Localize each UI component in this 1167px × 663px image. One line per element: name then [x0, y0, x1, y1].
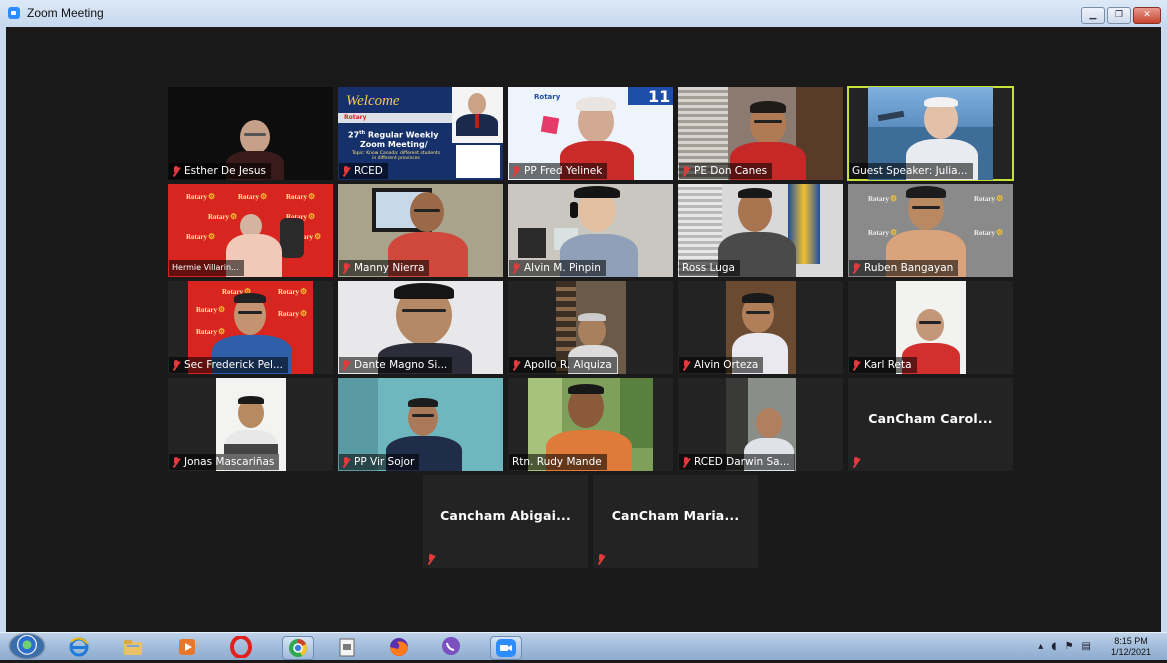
participant-name: Guest Speaker: Julia...: [849, 163, 973, 179]
zoom-app-icon: [8, 7, 20, 19]
opera-icon[interactable]: [230, 635, 252, 659]
participant-name: Hermie Villarin...: [169, 260, 244, 276]
participant-tile[interactable]: PE Don Canes: [678, 87, 843, 180]
close-button[interactable]: ✕: [1133, 7, 1161, 24]
participant-tile[interactable]: Cancham Abigai...: [423, 475, 588, 568]
active-speaker-tile[interactable]: Guest Speaker: Julia...: [847, 86, 1014, 181]
slide-heading: 27th Regular Weekly Zoom Meeting/: [348, 130, 439, 149]
document-icon[interactable]: [336, 636, 358, 658]
participant-tile[interactable]: Rotary 11 PP Fred Yelinek: [508, 87, 673, 180]
window-title: Zoom Meeting: [27, 6, 104, 20]
network-icon[interactable]: ▤: [1082, 641, 1091, 652]
participant-name: [594, 551, 610, 567]
mic-muted-icon: [682, 359, 690, 371]
participant-name: PP Vir Sojor: [339, 454, 420, 470]
mic-muted-icon: [597, 553, 605, 565]
participant-name: PP Fred Yelinek: [509, 163, 608, 179]
participant-name: Rtn. Rudy Mande: [509, 454, 607, 470]
participant-name: Apollo R. Alquiza: [509, 357, 617, 373]
participant-tile[interactable]: Dante Magno Si...: [338, 281, 503, 374]
participant-tile[interactable]: Rotary Rotary Rotary Rotary Ruben Bangay…: [848, 184, 1013, 277]
participant-tile[interactable]: Rotary Rotary Rotary Rotary Rotary Sec F…: [168, 281, 333, 374]
mic-muted-icon: [512, 165, 520, 177]
participant-tile[interactable]: RCED Darwin Sa...: [678, 378, 843, 471]
participant-tile[interactable]: PP Vir Sojor: [338, 378, 503, 471]
participant-tile[interactable]: Ross Luga: [678, 184, 843, 277]
mic-muted-icon: [342, 456, 350, 468]
gallery-view: Esther De Jesus Welcome Rotary 27th Regu…: [6, 27, 1161, 632]
participant-tile[interactable]: Rotary Rotary Rotary Rotary Rotary Rotar…: [168, 184, 333, 277]
file-explorer-icon[interactable]: [122, 636, 144, 658]
participant-name: Esther De Jesus: [169, 163, 272, 179]
participant-name: RCED Darwin Sa...: [679, 454, 795, 470]
firefox-icon[interactable]: [388, 636, 410, 658]
media-player-icon[interactable]: [176, 636, 198, 658]
maximize-button[interactable]: ❐: [1107, 7, 1131, 24]
participant-name: RCED: [339, 163, 388, 179]
participant-tile[interactable]: Alvin Orteza: [678, 281, 843, 374]
participant-name: [424, 551, 440, 567]
mic-muted-icon: [852, 262, 860, 274]
clock[interactable]: 8:15 PM 1/12/2021: [1111, 636, 1151, 658]
participant-display-name: Cancham Abigai...: [440, 508, 571, 523]
participant-name: Sec Frederick Pel...: [169, 357, 288, 373]
minimize-button[interactable]: ▁: [1081, 7, 1105, 24]
participant-tile[interactable]: CanCham Carol...: [848, 378, 1013, 471]
mic-muted-icon: [342, 165, 350, 177]
participant-name: Alvin Orteza: [679, 357, 764, 373]
participant-name: [849, 454, 865, 470]
participant-name: PE Don Canes: [679, 163, 773, 179]
participant-display-name: CanCham Carol...: [868, 411, 993, 426]
mic-muted-icon: [342, 359, 350, 371]
participant-name: Alvin M. Pinpin: [509, 260, 606, 276]
zoom-taskbar-icon[interactable]: [490, 636, 522, 660]
mic-muted-icon: [852, 456, 860, 468]
participant-tile[interactable]: Rtn. Rudy Mande: [508, 378, 673, 471]
participant-tile[interactable]: Apollo R. Alquiza: [508, 281, 673, 374]
participant-display-name: CanCham Maria...: [611, 508, 740, 523]
mic-muted-icon: [172, 165, 180, 177]
internet-explorer-icon[interactable]: [68, 636, 90, 658]
taskbar: ▴ ◖ ⚑ ▤ 8:15 PM 1/12/2021: [0, 632, 1167, 660]
participant-tile[interactable]: Jonas Mascariñas: [168, 378, 333, 471]
mic-muted-icon: [172, 359, 180, 371]
volume-icon[interactable]: ◖: [1051, 641, 1056, 652]
participant-tile[interactable]: Alvin M. Pinpin: [508, 184, 673, 277]
participant-tile[interactable]: Welcome Rotary 27th Regular Weekly Zoom …: [338, 87, 503, 180]
title-bar[interactable]: Zoom Meeting ▁ ❐ ✕: [0, 0, 1167, 26]
participant-tile[interactable]: Karl Reta: [848, 281, 1013, 374]
participant-tile[interactable]: CanCham Maria...: [593, 475, 758, 568]
action-center-flag-icon[interactable]: ⚑: [1065, 641, 1074, 652]
participant-tile[interactable]: Esther De Jesus: [168, 87, 333, 180]
zoom-window: Zoom Meeting ▁ ❐ ✕ Esther De Jesus Welco…: [0, 0, 1167, 632]
participant-name: Manny Nierra: [339, 260, 430, 276]
participant-name: Ross Luga: [679, 260, 740, 276]
mic-muted-icon: [342, 262, 350, 274]
viber-icon[interactable]: [440, 636, 462, 658]
participant-tile[interactable]: Manny Nierra: [338, 184, 503, 277]
participant-name: Jonas Mascariñas: [169, 454, 280, 470]
mic-muted-icon: [172, 456, 180, 468]
mic-muted-icon: [852, 359, 860, 371]
participant-name: Karl Reta: [849, 357, 917, 373]
mic-muted-icon: [512, 359, 520, 371]
mic-muted-icon: [682, 165, 690, 177]
participant-name: Ruben Bangayan: [849, 260, 959, 276]
mic-muted-icon: [512, 262, 520, 274]
chrome-icon[interactable]: [282, 636, 314, 660]
clock-date: 1/12/2021: [1110, 647, 1151, 657]
start-orb-icon[interactable]: [10, 634, 44, 658]
participant-name: Dante Magno Si...: [339, 357, 453, 373]
clock-time: 8:15 PM: [1114, 636, 1148, 646]
system-tray: ▴ ◖ ⚑ ▤: [1038, 641, 1091, 652]
mic-muted-icon: [427, 553, 435, 565]
mic-muted-icon: [682, 456, 690, 468]
show-hidden-icons-icon[interactable]: ▴: [1038, 641, 1043, 652]
slide-welcome: Welcome: [346, 93, 400, 109]
